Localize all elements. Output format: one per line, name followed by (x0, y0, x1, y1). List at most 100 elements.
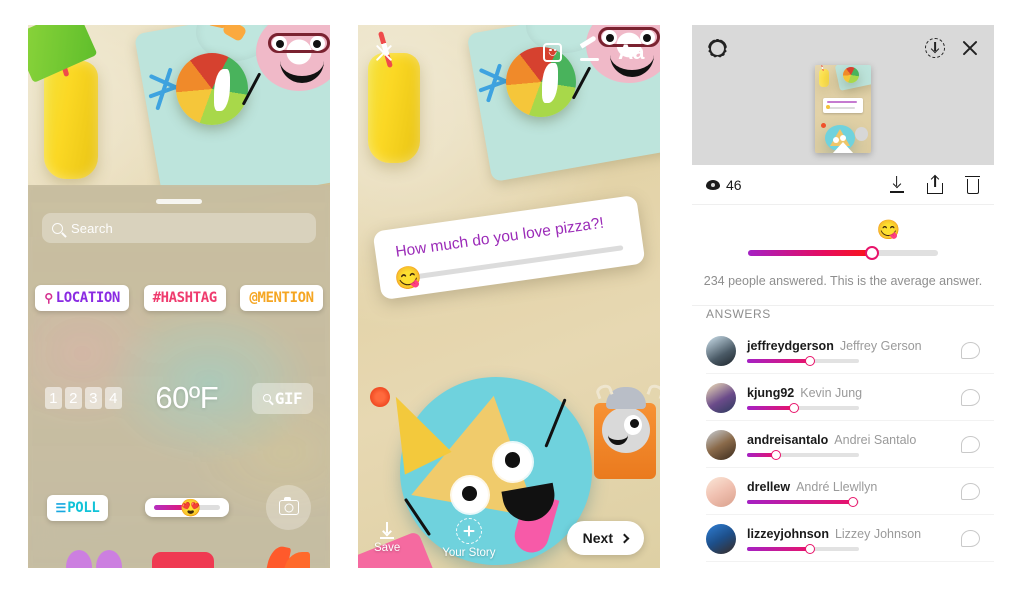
answer-fullname: André Llewllyn (796, 479, 878, 494)
viewer-count[interactable]: 46 (706, 177, 742, 193)
search-icon (52, 222, 63, 234)
trash-icon[interactable] (965, 175, 980, 194)
save-label: Save (374, 542, 401, 554)
sticker-row-4-partial (28, 542, 330, 568)
time-digit: 1 (44, 387, 62, 409)
editor-toolbar: Aa (358, 25, 660, 80)
comment-bubble-icon[interactable] (961, 483, 980, 500)
answers-list[interactable]: jeffreydgerson Jeffrey Gerson kjung92 Ke… (692, 327, 994, 568)
emoji-slider-rail: 😍 (154, 499, 221, 516)
close-x-icon[interactable] (374, 43, 393, 62)
thumbnail-pom (821, 123, 826, 128)
answer-content: jeffreydgerson Jeffrey Gerson (747, 339, 961, 366)
next-button[interactable]: Next (566, 521, 644, 555)
search-input[interactable]: Search (42, 213, 316, 243)
avatar[interactable] (706, 476, 736, 507)
average-slider-rail (748, 246, 938, 260)
answer-slider-knob (771, 449, 782, 460)
avatar[interactable] (706, 382, 736, 413)
insights-actions (888, 174, 980, 194)
plus-circle-icon (455, 517, 482, 544)
answer-content: andreisantalo Andrei Santalo (747, 433, 961, 460)
average-slider-knob (864, 246, 879, 260)
search-placeholder: Search (71, 220, 113, 236)
your-story-button[interactable]: Your Story (442, 517, 496, 559)
answer-slider-rail (747, 355, 859, 366)
sticker-mention-button[interactable]: @MENTION (240, 285, 323, 311)
answer-content: kjung92 Kevin Jung (747, 385, 961, 413)
camera-icon (278, 497, 299, 515)
answer-slider-rail (747, 449, 859, 460)
answer-names: lizzeyjohnson Lizzey Johnson (747, 527, 961, 541)
sticker-row-1: ⚲ LOCATION #HASHTAG @MENTION (28, 285, 330, 311)
answer-fullname: Kevin Jung (800, 385, 863, 400)
screenshot-stage: Search ⚲ LOCATION #HASHTAG @MENTION 1 2 (0, 0, 1024, 594)
table-row[interactable]: jeffreydgerson Jeffrey Gerson (692, 327, 994, 374)
table-row[interactable]: lizzeyjohnson Lizzey Johnson (692, 515, 994, 562)
photo-viking-horn (646, 382, 660, 400)
answer-slider-rail (747, 496, 859, 507)
answer-slider-fill (747, 405, 795, 410)
partial-sticker[interactable] (66, 550, 92, 568)
pen-draw-icon[interactable] (579, 34, 601, 63)
gif-label: GIF (274, 388, 303, 408)
gear-icon[interactable] (708, 39, 727, 58)
time-digit: 2 (64, 387, 82, 409)
sticker-temperature-button[interactable]: 60ºF (155, 380, 218, 416)
slider-emoji-knob[interactable]: 😋 (393, 263, 424, 292)
thumbnail-ball (843, 67, 859, 83)
close-x-icon[interactable] (961, 40, 978, 57)
answer-slider-fill (747, 358, 810, 363)
answer-username[interactable]: kjung92 (747, 386, 794, 400)
answer-names: andreisantalo Andrei Santalo (747, 433, 961, 447)
sticker-time-button[interactable]: 1 2 3 4 (44, 387, 122, 409)
thumbnail-caret (832, 142, 854, 153)
tray-grabber-handle[interactable] (156, 199, 202, 204)
average-slider-fill (748, 250, 872, 256)
time-digit: 4 (104, 387, 122, 409)
answer-username[interactable]: jeffreydgerson (747, 339, 834, 353)
sticker-poll-button[interactable]: ☰ POLL (46, 494, 109, 521)
download-icon[interactable] (888, 176, 905, 193)
avatar[interactable] (706, 523, 736, 554)
table-row[interactable]: emmatangerine Emma Tangerine (692, 562, 994, 568)
sticker-location-button[interactable]: ⚲ LOCATION (35, 285, 129, 311)
sticker-gif-button[interactable]: GIF (251, 382, 314, 414)
comment-bubble-icon[interactable] (961, 436, 980, 453)
chevron-right-icon (619, 533, 630, 543)
search-icon (262, 394, 271, 402)
answer-fullname: Lizzey Johnson (834, 526, 922, 541)
answer-username[interactable]: drellew (747, 480, 790, 494)
story-thumbnail[interactable] (815, 65, 871, 153)
comment-bubble-icon[interactable] (961, 530, 980, 547)
panel-story-editor: Aa How much do you love pizza?! 😋 Save Y… (358, 25, 660, 568)
avatar[interactable] (706, 335, 736, 366)
text-aa-icon[interactable]: Aa (618, 42, 644, 63)
comment-bubble-icon[interactable] (961, 342, 980, 359)
answer-username[interactable]: andreisantalo (747, 433, 828, 447)
partial-sticker[interactable] (96, 550, 122, 568)
sticker-smiley-icon[interactable] (543, 43, 563, 62)
sticker-poll-label: POLL (67, 499, 100, 516)
photo-googly-eye (494, 443, 532, 481)
viewer-count-value: 46 (726, 176, 742, 193)
sticker-camera-button[interactable] (266, 485, 312, 530)
table-row[interactable]: drellew André Llewllyn (692, 468, 994, 515)
comment-bubble-icon[interactable] (961, 389, 980, 406)
sticker-emoji-slider-button[interactable]: 😍 (145, 498, 230, 517)
answer-slider-knob (848, 496, 859, 507)
table-row[interactable]: andreisantalo Andrei Santalo (692, 421, 994, 468)
average-emoji: 😋 (876, 220, 901, 241)
sticker-row-2: 1 2 3 4 60ºF GIF (28, 380, 330, 416)
emoji-slider-knob[interactable]: 😍 (180, 499, 201, 516)
table-row[interactable]: kjung92 Kevin Jung (692, 374, 994, 421)
avatar[interactable] (706, 429, 736, 460)
sticker-hashtag-button[interactable]: #HASHTAG (143, 285, 226, 311)
share-up-icon[interactable] (927, 174, 943, 194)
answer-username[interactable]: lizzeyjohnson (747, 527, 829, 541)
answer-content: lizzeyjohnson Lizzey Johnson (747, 527, 961, 554)
save-download-circle-icon[interactable] (925, 38, 945, 58)
partial-sticker[interactable] (152, 552, 214, 568)
answer-names: drellew André Llewllyn (747, 480, 961, 494)
save-button[interactable]: Save (374, 522, 400, 554)
